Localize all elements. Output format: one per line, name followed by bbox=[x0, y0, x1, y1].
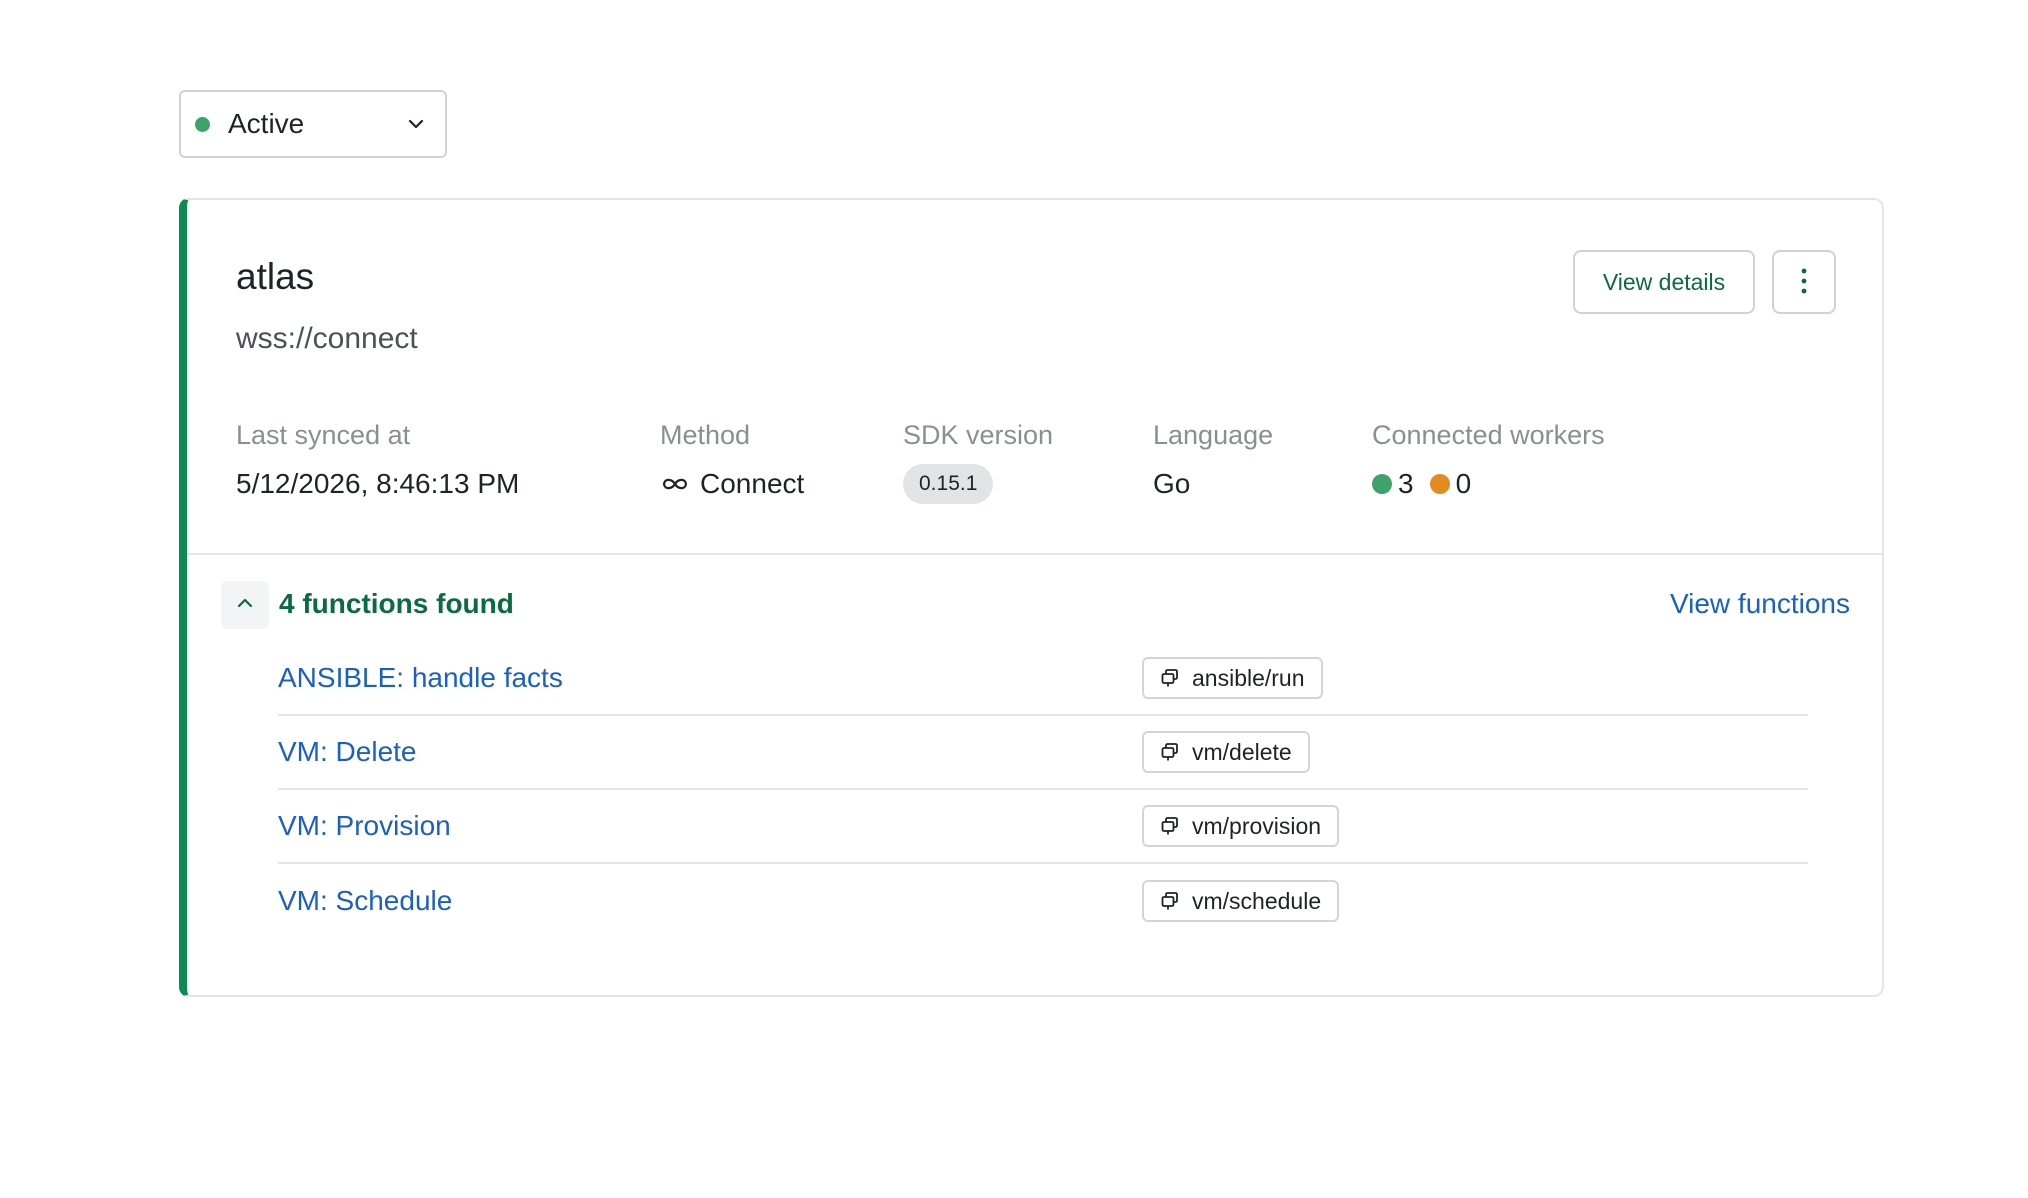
function-slug: vm/delete bbox=[1192, 738, 1292, 765]
functions-count: 4 functions found bbox=[279, 588, 514, 619]
copy-icon bbox=[1160, 668, 1180, 688]
app-name: atlas bbox=[236, 256, 315, 297]
chevron-up-icon bbox=[236, 594, 254, 617]
connected-workers-value: 3 0 bbox=[1372, 468, 1471, 500]
sdk-version-label: SDK version bbox=[903, 420, 1054, 450]
more-actions-button[interactable] bbox=[1772, 250, 1836, 314]
function-row: VM: Schedule vm/schedule bbox=[278, 864, 1808, 938]
connected-workers-label: Connected workers bbox=[1372, 420, 1605, 450]
function-link[interactable]: ANSIBLE: handle facts bbox=[278, 662, 563, 694]
function-link[interactable]: VM: Schedule bbox=[278, 885, 452, 917]
status-filter-label: Active bbox=[228, 108, 305, 139]
function-slug: vm/schedule bbox=[1192, 887, 1322, 914]
function-slug-copy[interactable]: vm/delete bbox=[1142, 731, 1310, 773]
copy-icon bbox=[1160, 891, 1180, 911]
app-card: atlas wss://connect View details Last sy… bbox=[179, 198, 1884, 997]
last-synced-label: Last synced at bbox=[236, 420, 411, 450]
function-row: VM: Delete vm/delete bbox=[278, 716, 1808, 790]
functions-list: ANSIBLE: handle facts ansible/run VM: De… bbox=[278, 642, 1808, 938]
status-filter-select[interactable]: Active bbox=[179, 90, 447, 158]
functions-collapse-toggle[interactable] bbox=[221, 581, 269, 629]
function-slug: vm/provision bbox=[1192, 812, 1322, 839]
copy-icon bbox=[1160, 742, 1180, 762]
status-dot bbox=[195, 116, 210, 132]
function-slug-copy[interactable]: vm/provision bbox=[1142, 805, 1340, 847]
app-card-header: atlas wss://connect View details Last sy… bbox=[187, 200, 1882, 555]
function-slug-copy[interactable]: vm/schedule bbox=[1142, 880, 1340, 922]
view-details-button[interactable]: View details bbox=[1573, 250, 1755, 314]
healthy-worker-dot bbox=[1372, 474, 1392, 494]
function-link[interactable]: VM: Provision bbox=[278, 810, 451, 842]
language-label: Language bbox=[1153, 420, 1274, 450]
infinity-icon bbox=[660, 475, 690, 493]
app-url: wss://connect bbox=[236, 322, 418, 355]
last-synced-value: 5/12/2026, 8:46:13 PM bbox=[236, 468, 520, 499]
unhealthy-worker-count: 0 bbox=[1455, 468, 1472, 499]
function-row: VM: Provision vm/provision bbox=[278, 790, 1808, 864]
healthy-worker-count: 3 bbox=[1398, 468, 1414, 499]
sdk-version-badge: 0.15.1 bbox=[903, 464, 994, 504]
function-row: ANSIBLE: handle facts ansible/run bbox=[278, 642, 1808, 716]
unhealthy-worker-dot bbox=[1429, 474, 1450, 494]
function-slug: ansible/run bbox=[1192, 664, 1305, 691]
copy-icon bbox=[1160, 816, 1180, 836]
function-slug-copy[interactable]: ansible/run bbox=[1142, 657, 1323, 699]
language-value: Go bbox=[1153, 468, 1191, 499]
method-label: Method bbox=[660, 420, 751, 450]
method-text: Connect bbox=[700, 468, 805, 499]
method-value: Connect bbox=[660, 468, 804, 500]
chevron-down-icon bbox=[405, 113, 427, 135]
vertical-dots-icon bbox=[1800, 267, 1808, 298]
function-link[interactable]: VM: Delete bbox=[278, 736, 417, 768]
view-functions-link[interactable]: View functions bbox=[1670, 588, 1850, 620]
